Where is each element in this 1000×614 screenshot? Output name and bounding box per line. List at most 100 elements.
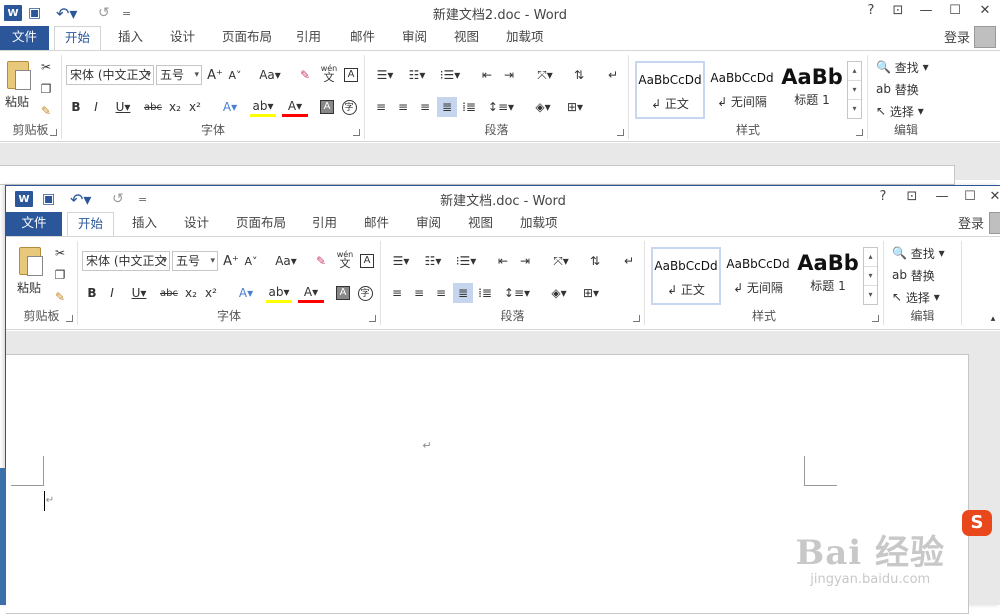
document-page[interactable] [0, 165, 955, 185]
justify-icon[interactable]: ≣ [453, 283, 473, 303]
align-right-icon[interactable]: ≡ [415, 97, 435, 117]
superscript-button[interactable]: x² [186, 97, 204, 117]
sogou-ime-icon[interactable]: S [962, 510, 992, 536]
enclose-char-button[interactable]: 字 [340, 97, 358, 117]
decrease-indent-icon[interactable]: ⇤ [477, 65, 497, 85]
distributed-icon[interactable]: ⁞≣ [475, 283, 495, 303]
char-border-button[interactable]: A [342, 65, 360, 85]
clear-format-icon[interactable]: ✎ [312, 251, 330, 271]
styles-launcher[interactable] [872, 315, 879, 322]
numbering-icon[interactable]: ☷▾ [403, 65, 431, 85]
tab-references[interactable]: 引用 [286, 26, 331, 50]
show-marks-icon[interactable]: ↵ [619, 251, 639, 271]
increase-indent-icon[interactable]: ⇥ [515, 251, 535, 271]
tab-mailings[interactable]: 邮件 [340, 26, 385, 50]
tab-review[interactable]: 审阅 [392, 26, 437, 50]
shading-icon[interactable]: ◈▾ [529, 97, 557, 117]
cut-icon[interactable]: ✂ [38, 57, 54, 77]
tab-file[interactable]: 文件 [6, 212, 62, 236]
align-left-icon[interactable]: ≡ [371, 97, 391, 117]
font-size-select[interactable]: 五号 [172, 251, 218, 271]
font-name-select[interactable]: 宋体 (中文正文 [66, 65, 154, 85]
shrink-font-button[interactable]: A ˅ [242, 251, 260, 271]
align-center-icon[interactable]: ≡ [393, 97, 413, 117]
login-link[interactable]: 登录 [958, 213, 984, 232]
grow-font-button[interactable]: A ⁺ [206, 65, 224, 85]
paste-button[interactable] [4, 61, 32, 91]
underline-button[interactable]: U ▾ [110, 97, 136, 117]
justify-icon[interactable]: ≣ [437, 97, 457, 117]
highlight-button[interactable]: ab ▾ [266, 283, 292, 303]
italic-button[interactable]: I [88, 97, 104, 117]
collapse-ribbon-icon[interactable]: ▴ [986, 309, 1000, 329]
styles-launcher[interactable] [856, 129, 863, 136]
replace-button[interactable]: ab 替换 [876, 79, 940, 99]
tab-addins[interactable]: 加载项 [510, 212, 568, 236]
tab-references[interactable]: 引用 [302, 212, 347, 236]
char-shading-button[interactable]: A [318, 97, 336, 117]
font-color-button[interactable]: A ▾ [282, 97, 308, 117]
tab-home[interactable]: 开始 [54, 26, 102, 50]
superscript-button[interactable]: x² [202, 283, 220, 303]
tab-addins[interactable]: 加载项 [496, 26, 554, 50]
avatar[interactable] [974, 26, 996, 48]
font-launcher[interactable] [369, 315, 376, 322]
save-icon[interactable]: ▣ [28, 4, 41, 22]
undo-icon[interactable]: ↶ ▾ [70, 190, 91, 209]
font-color-button[interactable]: A ▾ [298, 283, 324, 303]
change-case-button[interactable]: Aa ▾ [254, 65, 286, 85]
show-marks-icon[interactable]: ↵ [603, 65, 623, 85]
char-shading-button[interactable]: A [334, 283, 352, 303]
align-center-icon[interactable]: ≡ [409, 283, 429, 303]
tab-home[interactable]: 开始 [67, 212, 115, 236]
shrink-font-button[interactable]: A ˅ [226, 65, 244, 85]
line-spacing-icon[interactable]: ↕≡▾ [503, 283, 531, 303]
chinese-layout-icon[interactable]: ⤧▾ [547, 251, 575, 271]
help-button[interactable]: ? [860, 3, 882, 18]
bullets-icon[interactable]: ☰▾ [387, 251, 415, 271]
find-button[interactable]: 🔍 查找 ▾ [892, 243, 958, 263]
subscript-button[interactable]: x₂ [166, 97, 184, 117]
align-right-icon[interactable]: ≡ [431, 283, 451, 303]
clipboard-launcher[interactable] [50, 129, 57, 136]
copy-icon[interactable]: ❐ [38, 79, 54, 99]
tab-view[interactable]: 视图 [444, 26, 489, 50]
decrease-indent-icon[interactable]: ⇤ [493, 251, 513, 271]
change-case-button[interactable]: Aa ▾ [270, 251, 302, 271]
text-effects-button[interactable]: A ▾ [234, 283, 258, 303]
word-app-icon[interactable]: W [15, 190, 33, 208]
increase-indent-icon[interactable]: ⇥ [499, 65, 519, 85]
customize-quick-access-icon[interactable]: = [122, 4, 131, 22]
redo-icon[interactable]: ↺ [112, 190, 124, 208]
tab-file[interactable]: 文件 [0, 26, 49, 50]
borders-icon[interactable]: ⊞▾ [577, 283, 605, 303]
style-heading-1[interactable]: AaBb 标题 1 [779, 61, 845, 119]
shading-icon[interactable]: ◈▾ [545, 283, 573, 303]
maximize-button[interactable]: ☐ [959, 189, 981, 204]
close-button[interactable]: ✕ [984, 189, 1000, 204]
paste-label[interactable]: 粘贴 [2, 91, 32, 111]
font-launcher[interactable] [353, 129, 360, 136]
cut-icon[interactable]: ✂ [52, 243, 68, 263]
char-border-button[interactable]: A [358, 251, 376, 271]
font-size-select[interactable]: 五号 [156, 65, 202, 85]
select-button[interactable]: ↖ 选择 ▾ [892, 287, 958, 307]
ribbon-display-button[interactable]: ⊡ [901, 189, 923, 204]
ribbon-display-button[interactable]: ⊡ [887, 3, 909, 18]
format-painter-icon[interactable]: ✎ [38, 101, 54, 121]
style-heading-1[interactable]: AaBb 标题 1 [795, 247, 861, 305]
close-button[interactable]: ✕ [974, 3, 996, 18]
tab-design[interactable]: 设计 [174, 212, 219, 236]
tab-review[interactable]: 审阅 [406, 212, 451, 236]
subscript-button[interactable]: x₂ [182, 283, 200, 303]
minimize-button[interactable]: — [931, 189, 953, 204]
style-no-spacing[interactable]: AaBbCcDd ↲ 无间隔 [723, 247, 793, 305]
chinese-layout-icon[interactable]: ⤧▾ [531, 65, 559, 85]
copy-icon[interactable]: ❐ [52, 265, 68, 285]
align-left-icon[interactable]: ≡ [387, 283, 407, 303]
multilevel-list-icon[interactable]: ⁝☰▾ [435, 65, 465, 85]
find-button[interactable]: 🔍 查找 ▾ [876, 57, 940, 77]
clear-format-icon[interactable]: ✎ [296, 65, 314, 85]
strikethrough-button[interactable]: abc [158, 283, 180, 303]
distributed-icon[interactable]: ⁞≣ [459, 97, 479, 117]
